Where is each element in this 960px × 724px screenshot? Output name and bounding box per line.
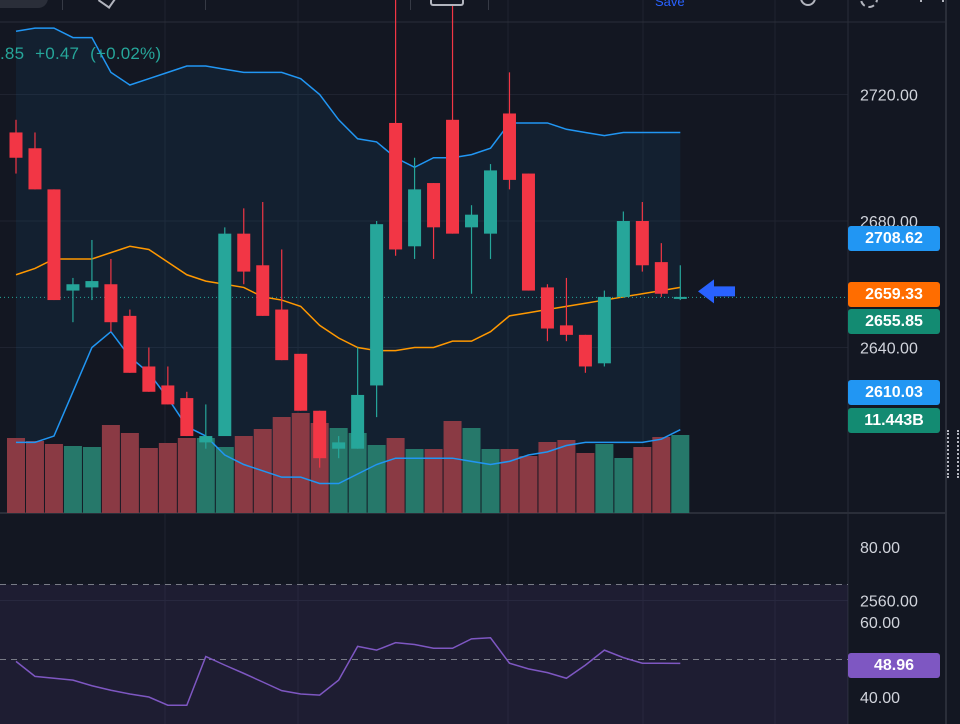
arrow-marker-icon bbox=[698, 279, 735, 304]
candle-body bbox=[540, 287, 554, 329]
volume-bar bbox=[652, 437, 671, 513]
rsi-axis-tick: 60.00 bbox=[860, 615, 900, 632]
candle-body bbox=[28, 148, 42, 190]
toolbar-divider bbox=[410, 0, 411, 10]
volume-bar bbox=[557, 440, 576, 513]
candle-body bbox=[199, 436, 213, 443]
candle-body bbox=[616, 221, 630, 297]
gear-icon[interactable] bbox=[860, 0, 878, 8]
candle-body bbox=[635, 221, 649, 266]
candle-body bbox=[180, 398, 194, 437]
volume-bar bbox=[443, 421, 462, 513]
fullscreen-icon[interactable] bbox=[920, 0, 944, 2]
candle-body bbox=[294, 353, 308, 411]
volume-bar bbox=[481, 449, 500, 513]
legend-values: .85 +0.47 (+0.02%) bbox=[0, 44, 167, 64]
candle-body bbox=[123, 315, 137, 373]
price-axis-tick: 2720.00 bbox=[860, 88, 918, 105]
candle-body bbox=[446, 119, 460, 234]
volume-bar bbox=[633, 447, 652, 513]
candle-body bbox=[673, 296, 687, 299]
candle-body bbox=[427, 183, 441, 228]
checkmark-icon[interactable] bbox=[97, 0, 117, 9]
volume-bar bbox=[63, 446, 82, 513]
volume-bar bbox=[82, 447, 101, 513]
candle-body bbox=[66, 284, 80, 291]
volume-bar bbox=[158, 443, 177, 513]
rsi-axis-tick: 40.00 bbox=[860, 690, 900, 707]
toolbar-divider bbox=[62, 0, 63, 10]
chart-canvas[interactable]: 2840.002800.002760.002720.002680.002640.… bbox=[0, 0, 960, 724]
candle-body bbox=[559, 325, 573, 335]
candle-body bbox=[351, 394, 365, 449]
rsi-axis-tick: 80.00 bbox=[860, 540, 900, 557]
candle-body bbox=[332, 442, 346, 449]
candle-body bbox=[521, 173, 535, 291]
candle-body bbox=[9, 132, 23, 158]
candle-body bbox=[408, 189, 422, 247]
rsi-band-fill bbox=[0, 584, 848, 724]
volume-bar bbox=[234, 436, 253, 513]
rsi-badge: 48.96 bbox=[848, 653, 940, 678]
candle-body bbox=[85, 281, 99, 288]
volume-bar bbox=[120, 433, 139, 513]
candle-body bbox=[597, 296, 611, 364]
volume-bar bbox=[101, 425, 120, 513]
legend-change: +0.47 bbox=[35, 44, 80, 63]
legend-change-percent: (+0.02%) bbox=[90, 44, 162, 63]
volume-bar bbox=[139, 448, 158, 513]
candle-body bbox=[465, 214, 479, 228]
toolbar-divider bbox=[205, 0, 206, 10]
volume-badge: 11.443B bbox=[848, 408, 940, 433]
ma-badge: 2659.33 bbox=[848, 282, 940, 307]
volume-bar bbox=[671, 435, 690, 513]
volume-bar bbox=[272, 417, 291, 513]
volume-bar bbox=[595, 444, 614, 513]
candle-body bbox=[256, 265, 270, 316]
layout-icon[interactable] bbox=[430, 0, 464, 6]
legend-last-price: .85 bbox=[0, 44, 25, 63]
candle-body bbox=[389, 122, 403, 250]
candle-body bbox=[654, 262, 668, 294]
volume-bar bbox=[25, 441, 44, 513]
price-axis-tick: 2640.00 bbox=[860, 341, 918, 358]
last-price-badge: 2655.85 bbox=[848, 309, 940, 334]
candle-body bbox=[142, 366, 156, 392]
candle-body bbox=[104, 284, 118, 323]
candle-body bbox=[502, 113, 516, 180]
volume-bar bbox=[215, 447, 234, 513]
lower-band-badge: 2610.03 bbox=[848, 380, 940, 405]
volume-bar bbox=[576, 453, 595, 513]
toolbar-divider bbox=[488, 0, 489, 10]
candle-body bbox=[237, 233, 251, 272]
resize-handle[interactable] bbox=[947, 430, 959, 478]
search-icon[interactable] bbox=[800, 0, 816, 6]
volume-bar bbox=[177, 438, 196, 513]
candle-body bbox=[370, 224, 384, 386]
candle-body bbox=[161, 385, 175, 405]
volume-bar bbox=[386, 438, 405, 513]
upper-band-badge: 2708.62 bbox=[848, 226, 940, 251]
candle-body bbox=[47, 189, 61, 301]
candle-body bbox=[484, 170, 497, 234]
volume-bar bbox=[196, 438, 215, 513]
candle-body bbox=[218, 233, 232, 437]
candle-body bbox=[578, 334, 592, 367]
price-axis-tick: 2560.00 bbox=[860, 594, 918, 611]
volume-bar bbox=[7, 438, 25, 513]
candle-body bbox=[313, 410, 327, 459]
volume-bar bbox=[367, 445, 386, 513]
band-fill bbox=[16, 28, 681, 484]
symbol-pill[interactable] bbox=[0, 0, 48, 8]
volume-bar bbox=[614, 458, 633, 513]
volume-bar bbox=[462, 428, 481, 513]
top-toolbar: Save bbox=[0, 0, 960, 22]
volume-bar bbox=[291, 413, 310, 513]
save-button[interactable]: Save bbox=[655, 0, 685, 9]
candle-body bbox=[275, 309, 289, 361]
volume-bar bbox=[519, 456, 538, 513]
volume-bar bbox=[44, 444, 63, 513]
